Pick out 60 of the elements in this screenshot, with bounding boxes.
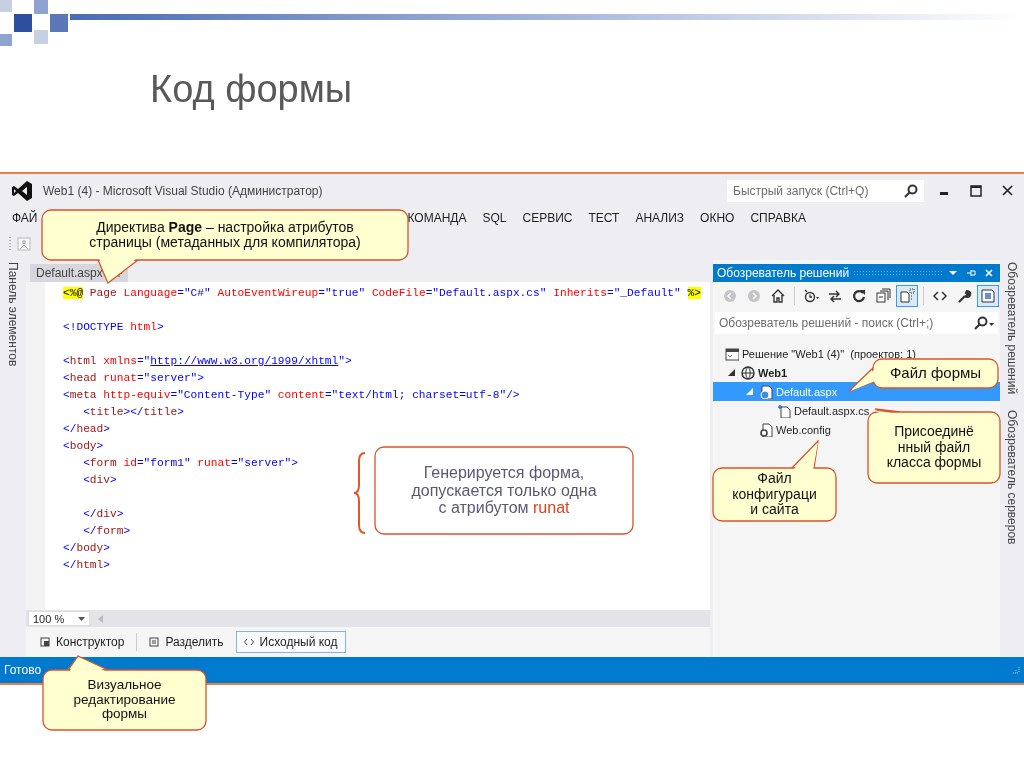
callout-text: Визуальное редактирование формы <box>72 677 177 723</box>
menu-item[interactable]: АНАЛИЗ <box>635 210 685 225</box>
config-file-icon <box>759 422 773 437</box>
menu-item[interactable]: SQL <box>482 210 507 225</box>
code-line: <title></title> <box>82 405 184 420</box>
app-logo <box>11 179 33 202</box>
code-line: <html xmlns="http://www.w3.org/1999/xhtml"> <box>63 354 352 369</box>
expander-icon[interactable] <box>727 368 736 377</box>
code-line: <!DOCTYPE html> <box>63 320 164 335</box>
code-line: <form id="form1" runat="server"> <box>82 456 299 471</box>
view-tab[interactable]: Конструктор <box>32 631 133 653</box>
code-line: </head> <box>63 422 110 437</box>
callout-text: Директива Page – настройка атрибутов страницы (метаданных для компилятора) <box>88 219 362 251</box>
side-tab[interactable]: Обозреватель серверов <box>1005 410 1019 545</box>
tree-item[interactable]: Web.config <box>713 420 831 439</box>
code-line: <meta http-equiv="Content-Type" content="text/html; charset=utf-8"/> <box>63 388 520 403</box>
slide-title: Код формы <box>150 68 353 110</box>
menu-item[interactable]: КОМАНДА <box>407 210 467 225</box>
search-icon <box>904 183 918 198</box>
view-tab[interactable]: Исходный код <box>235 631 346 653</box>
menu-item[interactable]: СПРАВКА <box>750 210 806 225</box>
tree-item[interactable]: Web1 <box>713 363 788 382</box>
quick-launch-field[interactable]: Быстрый запуск (Ctrl+Q) <box>727 179 924 202</box>
code-line: </form> <box>82 524 131 539</box>
callout-text: Файл формы <box>889 365 982 382</box>
code-line: <div> <box>82 473 117 488</box>
panel-title: Обозреватель решений <box>717 266 850 280</box>
split-view-icon[interactable] <box>149 637 160 647</box>
status-text: Готово <box>4 663 42 677</box>
zoom-dropdown[interactable]: 100 % <box>28 611 91 626</box>
side-tab[interactable]: Обозреватель решений <box>1005 262 1019 395</box>
solution-icon <box>725 346 739 361</box>
designer-icon[interactable] <box>40 637 50 647</box>
code-file-icon <box>777 403 791 418</box>
menu-item[interactable]: ФАЙ <box>12 210 38 225</box>
resize-grip-icon[interactable] <box>1012 666 1020 674</box>
code-line: </div> <box>82 507 124 522</box>
search-icon <box>974 316 994 330</box>
view-tab[interactable]: Разделить <box>141 631 232 653</box>
tree-item[interactable]: Решение "Web1 (4)" (проектов: 1) <box>713 344 916 363</box>
caret-icon[interactable] <box>78 616 86 621</box>
search-field[interactable]: Обозреватель решений - поиск (Ctrl+;) <box>715 312 998 334</box>
menu-item[interactable]: СЕРВИС <box>522 210 573 225</box>
tree-item[interactable]: Default.aspx.cs <box>713 401 870 420</box>
code-line: <body> <box>63 439 104 454</box>
code-icon[interactable] <box>243 637 254 647</box>
menu-item[interactable]: ТЕСТ <box>588 210 620 225</box>
web-page-icon <box>759 384 773 399</box>
maximize-icon[interactable] <box>968 182 984 199</box>
code-line: </html> <box>63 558 110 573</box>
callout-text: Присоединё нный файл класса формы <box>886 424 982 471</box>
callout-text: Файл конфигураци и сайта <box>731 471 818 518</box>
callout-text: Генерируется форма, допускается только одна с атрибутом runat <box>410 464 598 517</box>
globe-icon <box>741 365 755 380</box>
side-tab[interactable]: Панель элементов <box>6 262 20 657</box>
code-line: <head runat="server"> <box>63 371 205 386</box>
menu-item[interactable]: ОКНО <box>700 210 735 225</box>
window-title: Web1 (4) - Microsoft Visual Studio (Администратор) <box>43 183 323 198</box>
code-line: </body> <box>63 541 110 556</box>
toolbar-grip-icon <box>8 236 13 252</box>
